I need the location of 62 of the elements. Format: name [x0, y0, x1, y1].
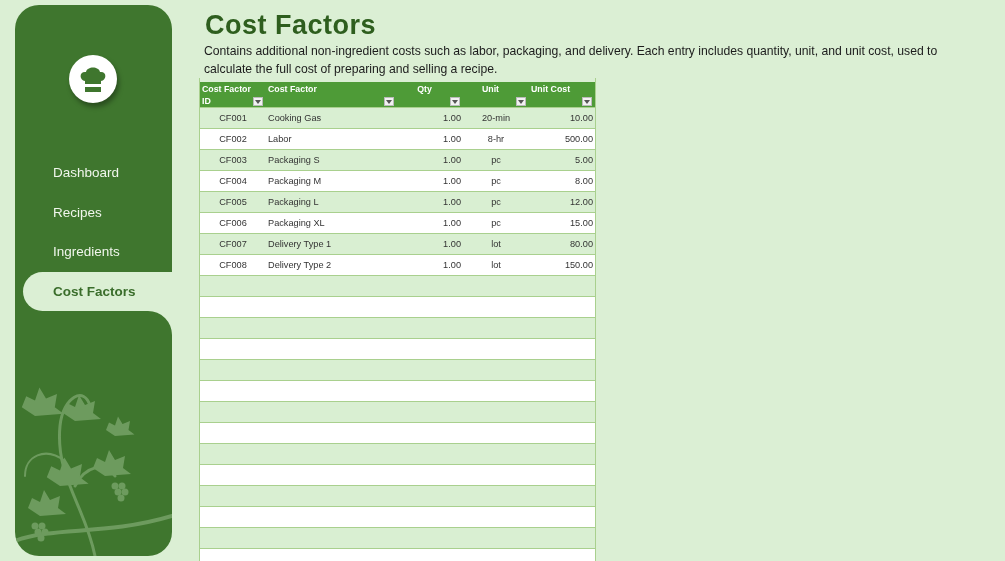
table-cell: pc: [491, 176, 501, 186]
table-cell: CF008: [219, 260, 247, 270]
table-cell: Cooking Gas: [268, 113, 322, 123]
table-cell: 500.00: [564, 134, 593, 144]
nav-item[interactable]: Ingredients: [15, 232, 172, 272]
caret-icon: [518, 99, 524, 104]
table-cell: 5.00: [575, 155, 593, 165]
table-cell: 15.00: [570, 218, 593, 228]
table-cell: pc: [491, 197, 501, 207]
column-header: Unit: [480, 83, 501, 95]
nav-item[interactable]: Cost Factors: [23, 271, 172, 311]
caret-icon: [386, 99, 392, 104]
table-cell: 1.00: [443, 260, 461, 270]
nav-item[interactable]: Dashboard: [15, 153, 172, 193]
table-cell: Labor: [268, 134, 292, 144]
filter-dropdown[interactable]: [582, 97, 592, 106]
table-cell: lot: [491, 239, 501, 249]
table-cell: Packaging M: [268, 176, 322, 186]
column-header: Qty: [416, 83, 433, 95]
table-cell: Packaging S: [268, 155, 320, 165]
table-cell: 12.00: [570, 197, 593, 207]
table-cell: 20-min: [481, 113, 511, 123]
table-cell: CF005: [219, 197, 247, 207]
table-cell: CF003: [219, 155, 247, 165]
filter-dropdown[interactable]: [253, 97, 263, 106]
page-description: Contains additional non-ingredient costs such as labor, packaging, and delivery. Each entry includes quantity, unit, and unit cost, used to calculate the full cost of preparing and selling a recipe.: [204, 43, 939, 78]
filter-dropdown[interactable]: [450, 97, 460, 106]
caret-icon: [584, 99, 590, 104]
page-title: Cost Factors: [205, 9, 378, 41]
table-cell: CF004: [219, 176, 247, 186]
nav-item[interactable]: Recipes: [15, 192, 172, 232]
table-cell: 1.00: [443, 155, 461, 165]
table-cell: 1.00: [443, 239, 461, 249]
table-cell: CF002: [219, 134, 247, 144]
table-cell: lot: [491, 260, 501, 270]
chef-hat-icon: [78, 66, 107, 92]
table-cell: 150.00: [564, 260, 593, 270]
table-cell: 1.00: [443, 218, 461, 228]
table-cell: Packaging L: [268, 197, 319, 207]
table-cell: Packaging XL: [268, 218, 325, 228]
table-cell: 1.00: [443, 134, 461, 144]
column-header: Cost Factor: [268, 83, 318, 95]
filter-dropdown[interactable]: [516, 97, 526, 106]
table-cell: CF001: [219, 113, 247, 123]
table-cell: 1.00: [443, 176, 461, 186]
caret-icon: [255, 99, 261, 104]
table-cell: pc: [491, 155, 501, 165]
table-cell: 1.00: [443, 197, 461, 207]
table-cell: 10.00: [570, 113, 593, 123]
column-header: Unit Cost: [531, 83, 572, 95]
table-cell: 8.00: [575, 176, 593, 186]
table-cell: CF006: [219, 218, 247, 228]
filter-dropdown[interactable]: [384, 97, 394, 106]
table-cell: 80.00: [570, 239, 593, 249]
table-cell: Delivery Type 2: [268, 260, 332, 270]
column-header: Cost Factor ID: [202, 83, 252, 107]
table-cell: Delivery Type 1: [268, 239, 332, 249]
table-cell: pc: [491, 218, 501, 228]
table-cell: 8-hr: [487, 134, 505, 144]
table-cell: 1.00: [443, 113, 461, 123]
caret-icon: [452, 99, 458, 104]
table-cell: CF007: [219, 239, 247, 249]
